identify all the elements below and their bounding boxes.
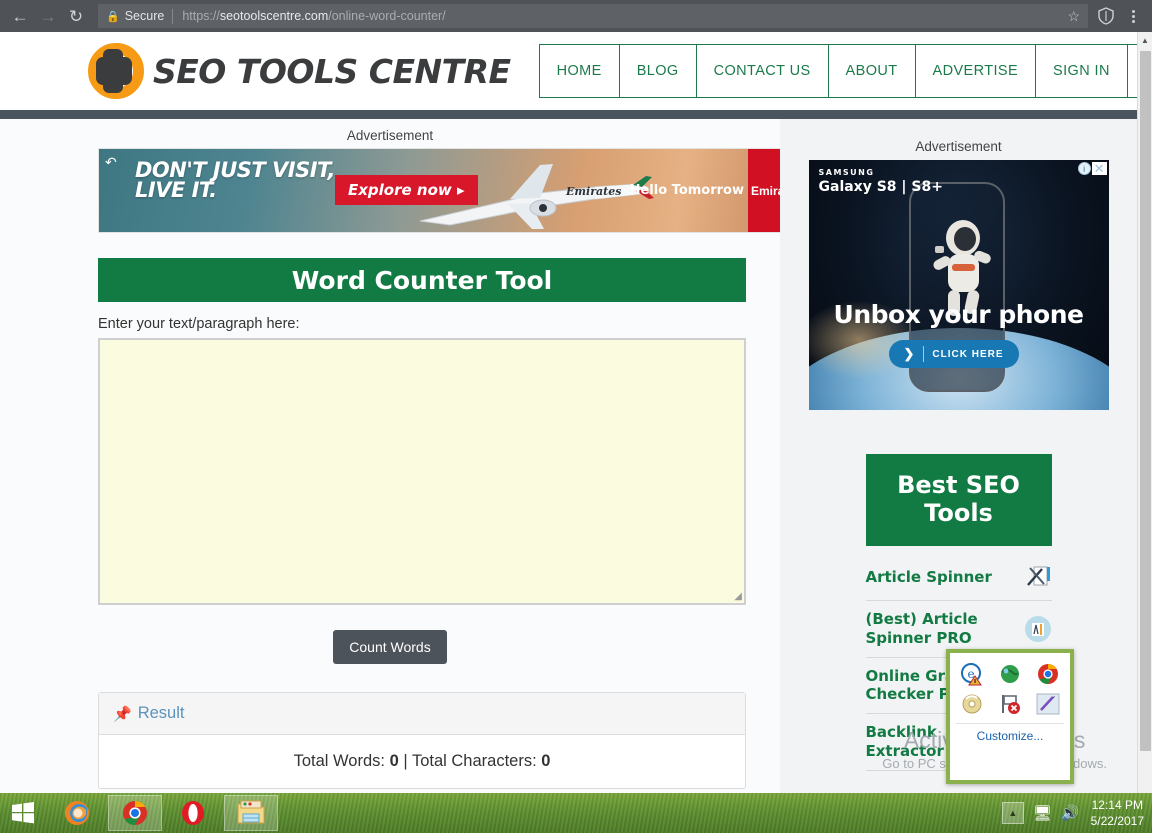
chrome-icon[interactable] [1036,662,1060,686]
nav-item-home[interactable]: HOME [540,45,620,97]
svg-text:Emirates: Emirates [565,185,621,198]
file-explorer-icon[interactable] [224,795,278,831]
samsung-model-label: Galaxy S8 | S8+ [818,179,943,195]
sidebar-item-article-spinner[interactable]: Article Spinner [865,554,1052,601]
textarea-label: Enter your text/paragraph here: [98,316,300,332]
emirates-logo: Emirates [748,149,780,232]
airplane-illustration: Emirates [419,164,654,229]
url-domain: seotoolscentre.com [219,9,329,23]
three-dot-menu-icon[interactable] [1120,9,1146,23]
url-path: /online-word-counter/ [328,9,446,23]
count-words-button[interactable]: Count Words [333,630,447,664]
scrollbar-thumb[interactable] [1140,51,1151,751]
site-header: SEO TOOLS CENTRE HOME BLOG CONTACT US AB… [0,32,1137,110]
nav-item-sign-in[interactable]: SIGN IN [1036,45,1128,97]
nav-item-blog[interactable]: BLOG [620,45,697,97]
flag-error-icon[interactable] [998,692,1022,716]
total-characters-label: Total Characters: [411,752,537,770]
taskbar-system-tray: ▲ 🖥 🔊 12:14 PM 5/22/2017 [1001,797,1152,829]
url-scheme: https:// [182,9,220,23]
scroll-up-arrow-icon[interactable]: ▲ [1138,32,1152,49]
nav-item-advertise[interactable]: ADVERTISE [916,45,1037,97]
secure-label: Secure [124,9,165,23]
customize-link[interactable]: Customize... [950,724,1070,748]
system-tray-overflow-popup[interactable]: e Customize... [946,649,1074,784]
page-title: Word Counter Tool [98,258,746,302]
disc-update-icon[interactable] [960,692,984,716]
clock-time: 12:14 PM [1091,797,1143,812]
ad-choices-controls: i ✕ [1077,162,1107,175]
total-words-label: Total Words: [293,752,385,770]
reload-icon[interactable]: ↻ [62,2,90,30]
windows-taskbar: ▲ 🖥 🔊 12:14 PM 5/22/2017 [0,793,1152,833]
result-summary: Total Words: 0 | Total Characters: 0 [99,735,745,788]
total-characters-value: 0 [541,752,551,770]
omnibox-divider [172,8,174,24]
article-spinner-icon [1026,566,1050,586]
internet-explorer-warning-icon[interactable]: e [960,662,984,686]
result-heading: Result [137,704,185,722]
sidebar-item-label: (Best) Article Spinner PRO [865,610,978,647]
url-text: https://seotoolscentre.com/online-word-c… [182,9,445,23]
samsung-cta-button[interactable]: ❯ CLICK HERE [888,340,1019,368]
ad-close-icon[interactable]: ✕ [1091,162,1107,175]
bookmark-star-icon[interactable]: ☆ [1059,8,1080,25]
network-icon[interactable]: 🖥 [1033,804,1052,822]
samsung-galaxy-ad[interactable]: SAMSUNG Galaxy S8 | S8+ Unbox your phone [808,160,1109,410]
browser-toolbar: ← → ↻ 🔒 Secure https://seotoolscentre.co… [0,0,1152,32]
lock-icon: 🔒 [106,10,120,23]
main-content: Advertisement ↶ DON'T JUST VISIT, LIVE I… [0,119,781,793]
logo-mark-icon [88,43,144,99]
pin-icon: 📌 [113,705,132,723]
clock-date: 5/22/2017 [1090,814,1144,828]
ad-back-icon[interactable]: ↶ [105,155,117,169]
site-logo[interactable]: SEO TOOLS CENTRE [88,43,511,99]
taskbar-clock[interactable]: 12:14 PM 5/22/2017 [1089,797,1144,829]
sidebar-ad-label: Advertisement [915,139,1002,154]
main-navigation: HOME BLOG CONTACT US ABOUT ADVERTISE SIG… [538,44,1137,98]
back-arrow-icon[interactable]: ← [6,2,34,30]
header-divider [0,110,1137,119]
samsung-headline: Unbox your phone [833,300,1084,329]
chrome-icon[interactable] [108,795,162,831]
result-panel-header: 📌 Result [99,693,745,735]
volume-icon[interactable]: 🔊 [1061,804,1080,822]
show-hidden-icons-arrow[interactable]: ▲ [1001,802,1024,824]
pen-tablet-icon[interactable] [1036,692,1060,716]
chevron-right-icon: ❯ [904,346,925,362]
result-panel: 📌 Result Total Words: 0 | Total Characte… [98,692,746,789]
ad-info-icon[interactable]: i [1077,162,1091,175]
samsung-cta-label: CLICK HERE [932,348,1004,360]
firefox-icon[interactable] [50,795,104,831]
network-globe-icon[interactable] [998,662,1022,686]
emirates-headline-line2: LIVE IT. [135,177,217,202]
nav-item-sign-up[interactable]: SIGN UP [1128,45,1137,97]
resize-handle-icon[interactable]: ◢ [734,592,742,602]
emirates-banner-ad[interactable]: ↶ DON'T JUST VISIT, LIVE IT. Explore now… [98,148,781,233]
text-input-area[interactable]: ◢ [98,338,746,605]
shield-extension-icon[interactable] [1092,7,1120,25]
emirates-tagline: Hello Tomorrow [629,183,744,198]
sidebar-item-label: Article Spinner [865,567,992,586]
page-scrollbar[interactable]: ▲ [1137,32,1152,793]
forward-arrow-icon[interactable]: → [34,2,62,30]
logo-text: SEO TOOLS CENTRE [153,51,511,91]
opera-icon[interactable] [166,795,220,831]
windows-start-icon[interactable] [0,793,46,833]
nav-item-about[interactable]: ABOUT [829,45,916,97]
result-separator: | [403,752,408,770]
tray-icon-grid: e [950,653,1070,720]
samsung-brand-label: SAMSUNG [818,168,875,177]
address-bar[interactable]: 🔒 Secure https://seotoolscentre.com/onli… [98,4,1088,28]
count-button-row: Count Words [0,630,780,664]
total-words-value: 0 [389,752,399,770]
emirates-headline: DON'T JUST VISIT, LIVE IT. [135,160,335,202]
article-spinner-pro-icon [1024,615,1051,642]
top-ad-label: Advertisement [346,128,434,143]
best-seo-tools-heading: Best SEO Tools [865,454,1052,546]
nav-item-contact-us[interactable]: CONTACT US [697,45,829,97]
